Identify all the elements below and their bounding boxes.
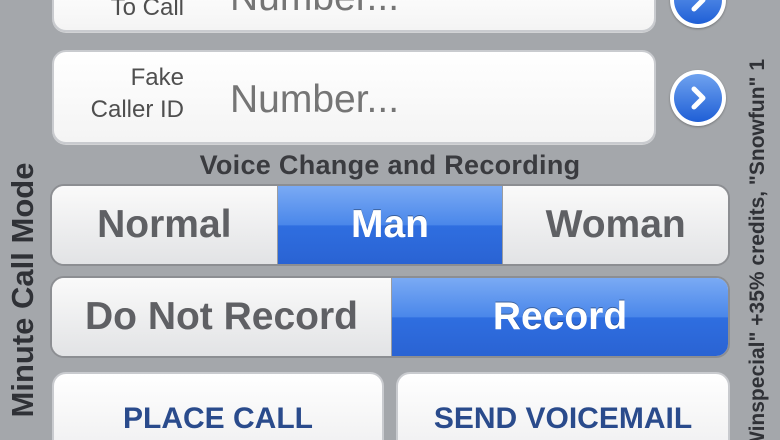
- record-option-do-not-record[interactable]: Do Not Record: [52, 278, 392, 356]
- send-voicemail-button[interactable]: SEND VOICEMAIL: [396, 372, 730, 440]
- fake-caller-id-label: Fake Caller ID: [64, 62, 184, 126]
- to-call-label: To Call: [110, 0, 184, 21]
- voice-option-man[interactable]: Man: [277, 186, 504, 264]
- to-call-disclosure-button[interactable]: [670, 0, 726, 28]
- recording-segmented-control: Do Not Record Record: [50, 276, 730, 358]
- promo-side-banner: "Winspecial" +35% credits, "Snowfun" 1: [746, 59, 769, 440]
- promo-side-banner-container: "Winspecial" +35% credits, "Snowfun" 1: [736, 0, 780, 440]
- to-call-number-input[interactable]: [230, 0, 642, 20]
- record-option-record[interactable]: Record: [392, 278, 728, 356]
- to-call-card: To Call: [52, 0, 656, 32]
- call-mode-side-label-container: Minute Call Mode: [0, 0, 46, 440]
- place-call-button[interactable]: PLACE CALL: [52, 372, 384, 440]
- voice-option-woman[interactable]: Woman: [503, 186, 728, 264]
- fake-caller-id-label-line1: Fake: [130, 64, 184, 91]
- chevron-right-icon: [691, 86, 706, 110]
- voice-section-title: Voice Change and Recording: [199, 150, 581, 180]
- voice-change-segmented-control: Normal Man Woman: [50, 184, 730, 266]
- call-mode-side-label: Minute Call Mode: [5, 162, 40, 418]
- fake-caller-id-card: Fake Caller ID: [52, 50, 656, 144]
- voice-option-normal[interactable]: Normal: [52, 186, 278, 264]
- fake-caller-id-label-line2: Caller ID: [90, 96, 184, 123]
- fake-caller-id-input[interactable]: [230, 78, 642, 122]
- fake-caller-id-disclosure-button[interactable]: [670, 70, 726, 126]
- chevron-right-icon: [691, 0, 706, 12]
